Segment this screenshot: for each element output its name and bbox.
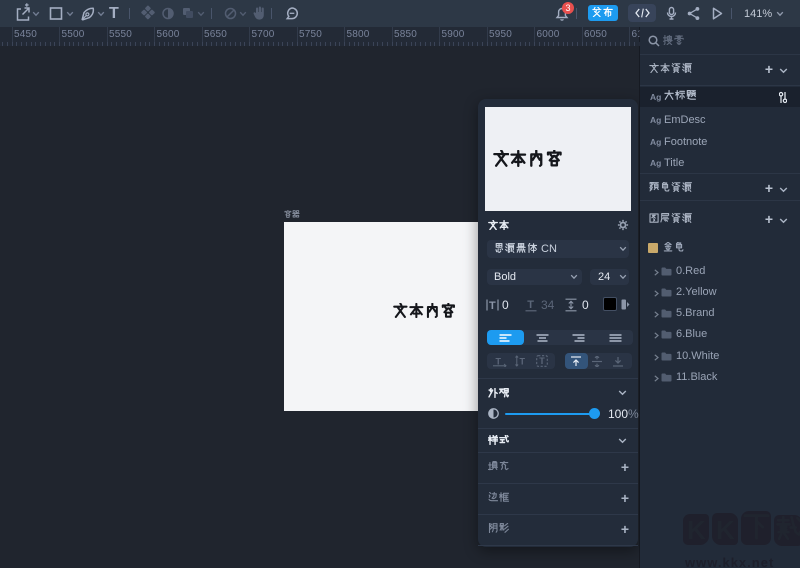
svg-text:T: T bbox=[527, 299, 534, 311]
svg-text:T: T bbox=[520, 357, 526, 367]
svg-text:T: T bbox=[539, 356, 545, 366]
svg-text:T: T bbox=[489, 300, 496, 312]
svg-text:T: T bbox=[496, 357, 502, 367]
